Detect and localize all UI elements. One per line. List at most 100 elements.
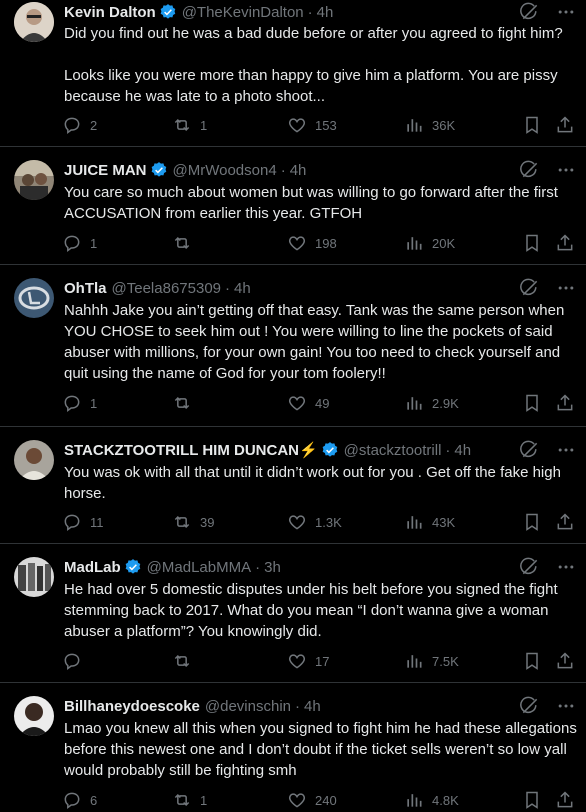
like-count: 153 xyxy=(315,117,337,133)
like-icon xyxy=(288,396,306,411)
grok-icon[interactable] xyxy=(520,440,540,464)
grok-icon[interactable] xyxy=(520,557,540,581)
grok-icon[interactable] xyxy=(520,696,540,720)
separator-dot: · xyxy=(280,161,286,179)
timestamp[interactable]: 4h xyxy=(290,162,307,179)
bookmark-button[interactable] xyxy=(522,512,555,532)
timestamp[interactable]: 4h xyxy=(454,442,471,459)
views-icon xyxy=(407,397,422,410)
tweet[interactable]: STACKZTOOTRILL HIM DUNCAN⚡ @stackztootri… xyxy=(0,427,586,544)
author-name[interactable]: OhTla xyxy=(64,280,107,297)
like-icon xyxy=(288,515,306,530)
bookmark-button[interactable] xyxy=(522,233,555,253)
repost-button[interactable]: 39 xyxy=(172,512,287,532)
author-handle[interactable]: @TheKevinDalton xyxy=(182,4,304,21)
share-button[interactable] xyxy=(555,651,575,671)
like-button[interactable]: 240 xyxy=(287,790,404,810)
bookmark-button[interactable] xyxy=(522,790,555,810)
author-handle[interactable]: @MrWoodson4 xyxy=(173,162,277,179)
like-count: 198 xyxy=(315,235,337,251)
bookmark-button[interactable] xyxy=(522,115,555,135)
views-button[interactable]: 2.9K xyxy=(404,393,522,413)
avatar[interactable] xyxy=(14,696,54,736)
tweet[interactable]: OhTla @Teela8675309 · 4h Nahhh Jake you … xyxy=(0,265,586,427)
share-icon xyxy=(557,513,573,530)
reply-button[interactable] xyxy=(62,651,172,671)
repost-button[interactable] xyxy=(172,393,287,413)
views-button[interactable]: 20K xyxy=(404,233,522,253)
reply-button[interactable]: 11 xyxy=(62,512,172,532)
more-icon[interactable] xyxy=(556,278,576,302)
author-handle[interactable]: @stackztootrill xyxy=(344,442,442,459)
avatar[interactable] xyxy=(14,557,54,597)
share-icon xyxy=(557,791,573,808)
timestamp[interactable]: 4h xyxy=(304,698,321,715)
more-icon[interactable] xyxy=(556,440,576,464)
repost-icon xyxy=(174,793,190,807)
author-name[interactable]: Kevin Dalton xyxy=(64,4,156,21)
tweet-text: Lmao you knew all this when you signed t… xyxy=(64,720,581,779)
reply-button[interactable]: 6 xyxy=(62,790,172,810)
repost-button[interactable]: 1 xyxy=(172,115,287,135)
author-name[interactable]: JUICE MAN xyxy=(64,162,147,179)
reply-button[interactable]: 2 xyxy=(62,115,172,135)
repost-button[interactable]: 1 xyxy=(172,790,287,810)
tweet[interactable]: Billhaneydoescoke @devinschin · 4h Lmao … xyxy=(0,683,586,812)
like-button[interactable]: 49 xyxy=(287,393,404,413)
views-button[interactable]: 7.5K xyxy=(404,651,522,671)
like-button[interactable]: 17 xyxy=(287,651,404,671)
repost-icon xyxy=(174,515,190,529)
separator-dot: · xyxy=(445,441,451,459)
author-handle[interactable]: @devinschin xyxy=(205,698,291,715)
share-button[interactable] xyxy=(555,512,575,532)
verified-icon xyxy=(150,161,168,179)
tweet[interactable]: Kevin Dalton @TheKevinDalton · 4h Did yo… xyxy=(0,0,586,147)
repost-button[interactable] xyxy=(172,651,287,671)
views-button[interactable]: 43K xyxy=(404,512,522,532)
share-icon xyxy=(557,394,573,411)
share-button[interactable] xyxy=(555,115,575,135)
more-icon[interactable] xyxy=(556,696,576,720)
avatar[interactable] xyxy=(14,2,54,42)
timestamp[interactable]: 4h xyxy=(317,4,334,21)
repost-icon xyxy=(174,236,190,250)
like-button[interactable]: 198 xyxy=(287,233,404,253)
like-count: 240 xyxy=(315,792,337,808)
avatar[interactable] xyxy=(14,160,54,200)
author-handle[interactable]: @Teela8675309 xyxy=(112,280,221,297)
share-button[interactable] xyxy=(555,393,575,413)
like-button[interactable]: 1.3K xyxy=(287,512,404,532)
grok-icon[interactable] xyxy=(520,278,540,302)
bookmark-button[interactable] xyxy=(522,393,555,413)
reply-count: 1 xyxy=(90,395,98,411)
tweet[interactable]: JUICE MAN @MrWoodson4 · 4h You care so m… xyxy=(0,147,586,265)
views-icon xyxy=(407,655,422,668)
tweet-text: Nahhh Jake you ain’t getting off that ea… xyxy=(64,302,569,382)
more-icon[interactable] xyxy=(556,160,576,184)
more-icon[interactable] xyxy=(556,557,576,581)
like-button[interactable]: 153 xyxy=(287,115,404,135)
author-name[interactable]: STACKZTOOTRILL HIM DUNCAN⚡ xyxy=(64,441,318,459)
author-handle[interactable]: @MadLabMMA xyxy=(147,559,251,576)
avatar[interactable] xyxy=(14,278,54,318)
repost-count: 39 xyxy=(200,514,215,530)
share-button[interactable] xyxy=(555,233,575,253)
author-name[interactable]: Billhaneydoescoke xyxy=(64,698,200,715)
grok-icon[interactable] xyxy=(520,160,540,184)
like-icon xyxy=(288,118,306,133)
views-count: 7.5K xyxy=(432,653,459,669)
share-button[interactable] xyxy=(555,790,575,810)
author-name[interactable]: MadLab xyxy=(64,559,121,576)
views-button[interactable]: 4.8K xyxy=(404,790,522,810)
timestamp[interactable]: 4h xyxy=(234,280,251,297)
tweet-text: Did you find out he was a bad dude befor… xyxy=(64,25,563,105)
avatar[interactable] xyxy=(14,440,54,480)
separator-dot: · xyxy=(255,558,261,576)
views-button[interactable]: 36K xyxy=(404,115,522,135)
reply-button[interactable]: 1 xyxy=(62,393,172,413)
timestamp[interactable]: 3h xyxy=(264,559,281,576)
tweet[interactable]: MadLab @MadLabMMA · 3h He had over 5 dom… xyxy=(0,544,586,683)
bookmark-button[interactable] xyxy=(522,651,555,671)
reply-button[interactable]: 1 xyxy=(62,233,172,253)
repost-button[interactable] xyxy=(172,233,287,253)
